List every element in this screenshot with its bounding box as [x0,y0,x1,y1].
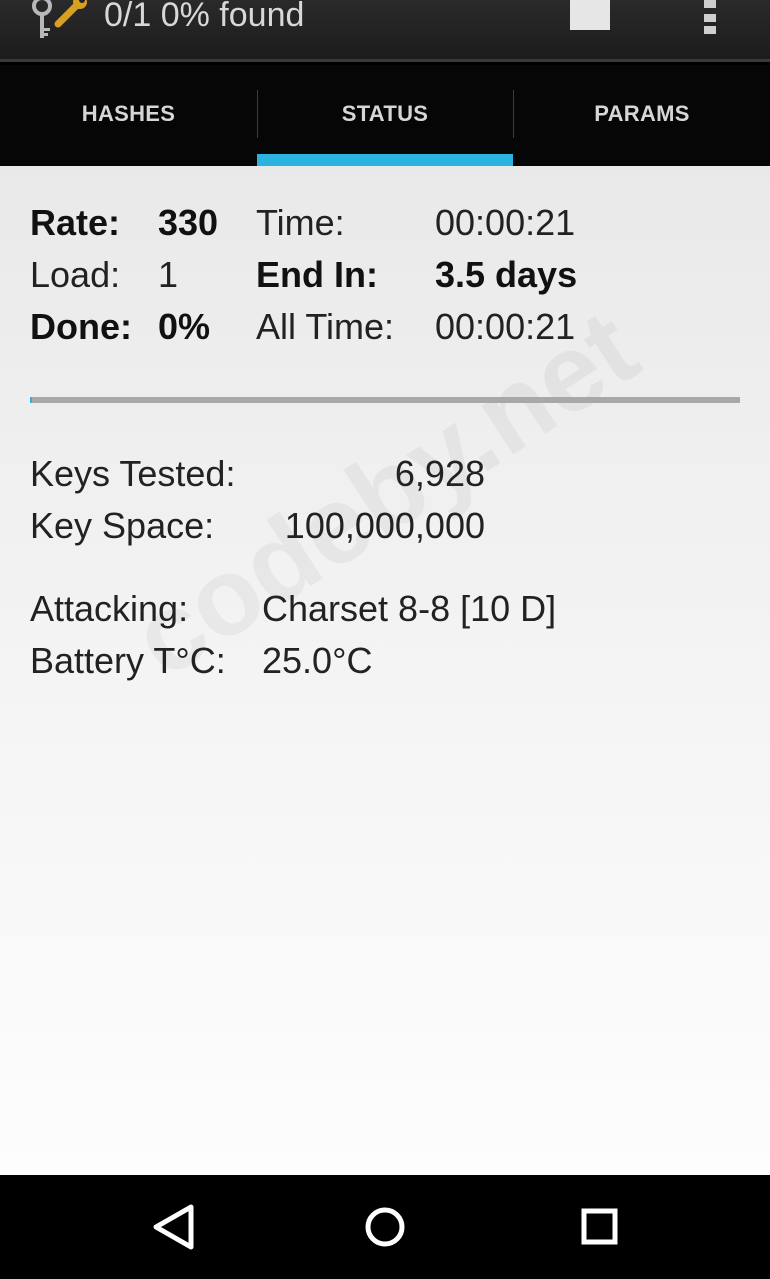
overflow-menu-icon [704,0,716,8]
tab-label: HASHES [81,100,176,126]
stop-button[interactable] [570,0,610,32]
tab-params[interactable]: PARAMS [514,65,770,166]
app-title: 0/1 0% found [104,0,305,34]
keys-tested-label: Keys Tested: [30,453,236,494]
done-value: 0% [158,306,211,347]
recents-square-icon[interactable] [567,1195,631,1259]
tab-hashes[interactable]: HASHES [0,65,257,166]
back-triangle-icon[interactable] [141,1195,205,1259]
attacking-label: Attacking: [30,588,189,629]
keys-wrench-icon [32,0,87,38]
tab-status[interactable]: STATUS [257,65,513,166]
action-bar: 0/1 0% found [0,0,770,62]
battery-label: Battery T°C: [30,640,226,681]
all-time-label: All Time: [256,306,395,347]
attacking-value: Charset 8-8 [10 D] [262,588,557,629]
rate-value: 330 [158,202,219,243]
time-value: 00:00:21 [435,202,576,243]
end-in-value: 3.5 days [435,254,578,295]
status-panel: codeby.net Rate: 330 Time: 00:00:21 Load… [0,166,770,1175]
key-space-value: 100,000,000 [284,505,485,546]
load-label: Load: [30,254,121,295]
load-value: 1 [158,254,179,295]
progress-fill [30,397,33,403]
progress-bar [30,397,740,403]
tab-label: STATUS [341,100,429,126]
battery-value: 25.0°C [262,640,373,681]
end-in-label: End In: [256,254,378,295]
done-label: Done: [30,306,132,347]
home-circle-icon[interactable] [353,1195,417,1259]
tab-label: PARAMS [594,100,690,126]
key-space-label: Key Space: [30,505,215,546]
stop-square-icon [570,0,610,30]
overflow-menu-button[interactable] [696,0,724,36]
time-label: Time: [256,202,345,243]
selected-tab-indicator [257,154,513,166]
navigation-bar [0,1175,770,1279]
tab-bar: HASHES STATUS PARAMS [0,65,770,166]
rate-label: Rate: [30,202,121,243]
keys-tested-value: 6,928 [394,453,485,494]
all-time-value: 00:00:21 [435,306,576,347]
